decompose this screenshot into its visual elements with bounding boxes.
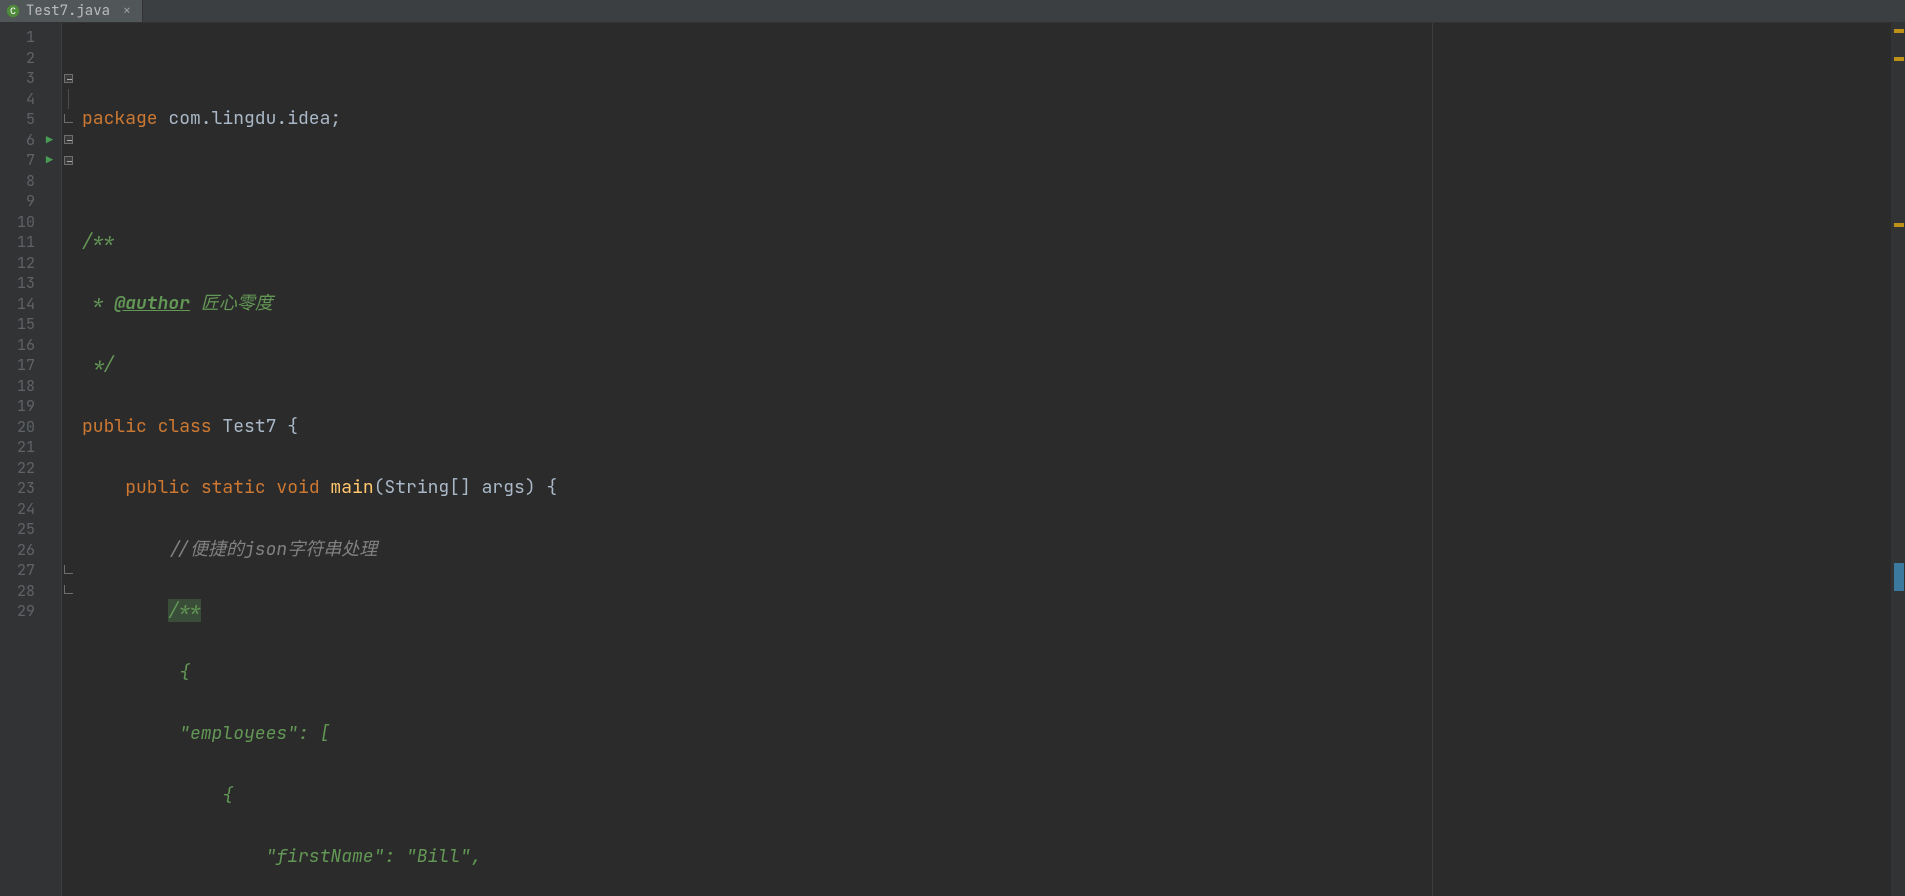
code-line: /** [82,601,1891,622]
line-number: 29 [0,601,61,622]
code-area[interactable]: package com.lingdu.idea; /** * @author 匠… [62,23,1891,896]
tab-bar: C Test7.java × [0,0,1905,23]
code-line: * @author 匠心零度 [82,294,1891,315]
code-line: "employees": [ [82,724,1891,745]
gutter-icons: ▶ ▶ [37,27,62,540]
editor: 1 2 3 4 5 6 7 8 9 10 11 12 13 14 15 16 1… [0,23,1905,896]
error-stripe[interactable] [1891,23,1905,896]
code-line: */ [82,355,1891,376]
fold-toggle-icon[interactable] [64,74,73,83]
code-line: "firstName": "Bill", [82,847,1891,868]
code-line: //便捷的json字符串处理 [82,540,1891,561]
warning-marker[interactable] [1894,57,1904,61]
run-gutter-icon[interactable]: ▶ [46,130,53,151]
line-number: 26 [0,540,61,561]
code-line [82,171,1891,192]
fold-end-icon [64,114,73,123]
right-margin-line [1432,23,1433,896]
fold-toggle-icon[interactable] [64,135,73,144]
close-icon[interactable]: × [120,1,134,22]
tab-filename: Test7.java [26,1,110,22]
java-class-icon: C [6,4,20,18]
line-number: 28 [0,581,61,602]
line-number: 27 [0,560,61,581]
folding-column[interactable] [62,27,74,601]
code-line: package com.lingdu.idea; [82,109,1891,130]
code-line: public static void main(String[] args) { [82,478,1891,499]
fold-end-icon [64,585,73,594]
warning-marker[interactable] [1894,29,1904,33]
code-line: public class Test7 { [82,417,1891,438]
svg-text:C: C [10,7,16,18]
run-gutter-icon[interactable]: ▶ [46,150,53,171]
gutter[interactable]: 1 2 3 4 5 6 7 8 9 10 11 12 13 14 15 16 1… [0,23,62,896]
warning-marker[interactable] [1894,223,1904,227]
tab-test7[interactable]: C Test7.java × [0,0,143,22]
code-line: { [82,786,1891,807]
caret-marker[interactable] [1894,563,1904,591]
code-line: /** [82,232,1891,253]
code-line: { [82,663,1891,684]
fold-toggle-icon[interactable] [64,156,73,165]
fold-end-icon [64,565,73,574]
